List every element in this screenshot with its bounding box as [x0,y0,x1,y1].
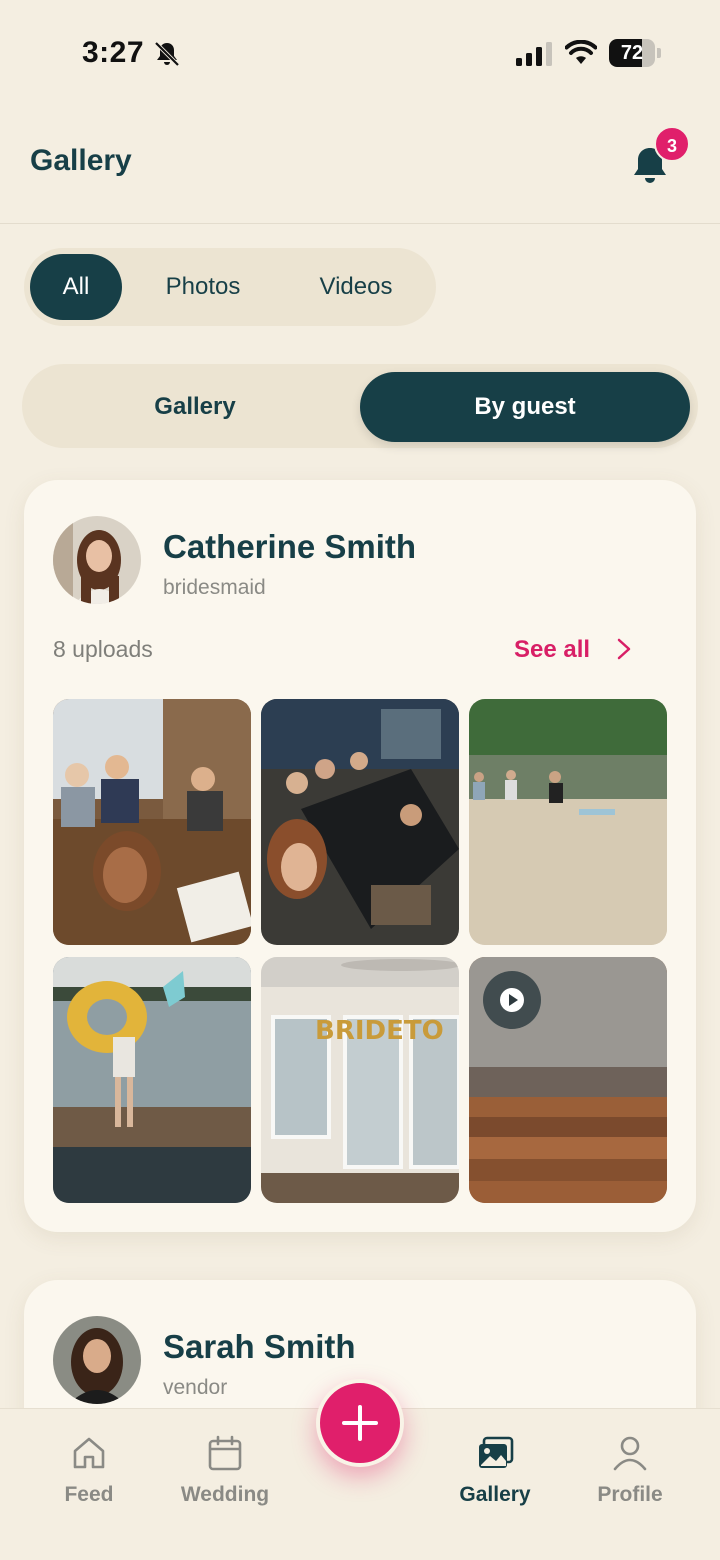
page-title: Gallery [30,144,132,177]
toggle-by-guest[interactable]: By guest [360,372,690,442]
cellular-signal-icon [516,42,552,66]
tab-label: Gallery [459,1483,531,1506]
app-header: Gallery [0,100,720,224]
media-thumbnail[interactable] [469,699,667,945]
see-all-link[interactable]: See all [514,636,590,664]
view-toggle: Gallery By guest [22,364,698,448]
guest-role: vendor [163,1376,228,1399]
avatar[interactable] [53,516,141,604]
bell-off-icon [154,41,180,67]
calendar-icon [208,1435,242,1471]
notification-badge[interactable]: 3 [654,126,690,162]
avatar[interactable] [53,1316,141,1404]
tab-label: Feed [64,1483,114,1506]
tab-wedding[interactable]: Wedding [165,1433,285,1533]
guest-name: Catherine Smith [163,528,417,565]
chevron-right-icon[interactable] [616,637,632,661]
guest-card: Catherine Smith bridesmaid 8 uploads See… [24,480,696,1232]
tab-gallery[interactable]: Gallery [435,1433,555,1533]
home-icon [73,1437,105,1469]
gallery-icon [479,1436,514,1468]
plus-icon [342,1405,378,1441]
media-thumbnail[interactable] [53,957,251,1203]
media-thumbnail[interactable] [469,957,667,1203]
filter-all[interactable]: All [30,254,122,320]
tab-profile[interactable]: Profile [570,1433,690,1533]
video-play-badge[interactable] [483,971,541,1029]
media-filter: All Photos Videos [24,248,436,326]
add-upload-button[interactable] [316,1379,404,1467]
status-bar: 3:27 72 [0,0,720,100]
gallery-screen: 3:27 72 Gallery 3 All Photos Videos Gall… [0,0,720,1560]
media-thumbnail[interactable] [261,699,459,945]
filter-photos[interactable]: Photos [142,254,264,320]
guest-role: bridesmaid [163,576,266,599]
tab-label: Wedding [180,1483,270,1506]
tab-label: Profile [597,1483,663,1506]
battery-indicator: 72 [609,39,661,67]
tab-feed[interactable]: Feed [29,1433,149,1533]
media-thumbnail[interactable] [53,699,251,945]
toggle-gallery[interactable]: Gallery [30,372,360,442]
play-icon [500,988,524,1012]
media-thumbnail[interactable]: BRIDETO [261,957,459,1203]
upload-count: 8 uploads [53,636,153,662]
status-time: 3:27 [82,36,145,69]
guest-name: Sarah Smith [163,1328,356,1365]
wifi-icon [565,40,597,64]
svg-text:BRIDETO: BRIDETO [315,1016,444,1046]
filter-videos[interactable]: Videos [292,254,420,320]
battery-level: 72 [620,42,644,64]
person-icon [613,1436,647,1471]
